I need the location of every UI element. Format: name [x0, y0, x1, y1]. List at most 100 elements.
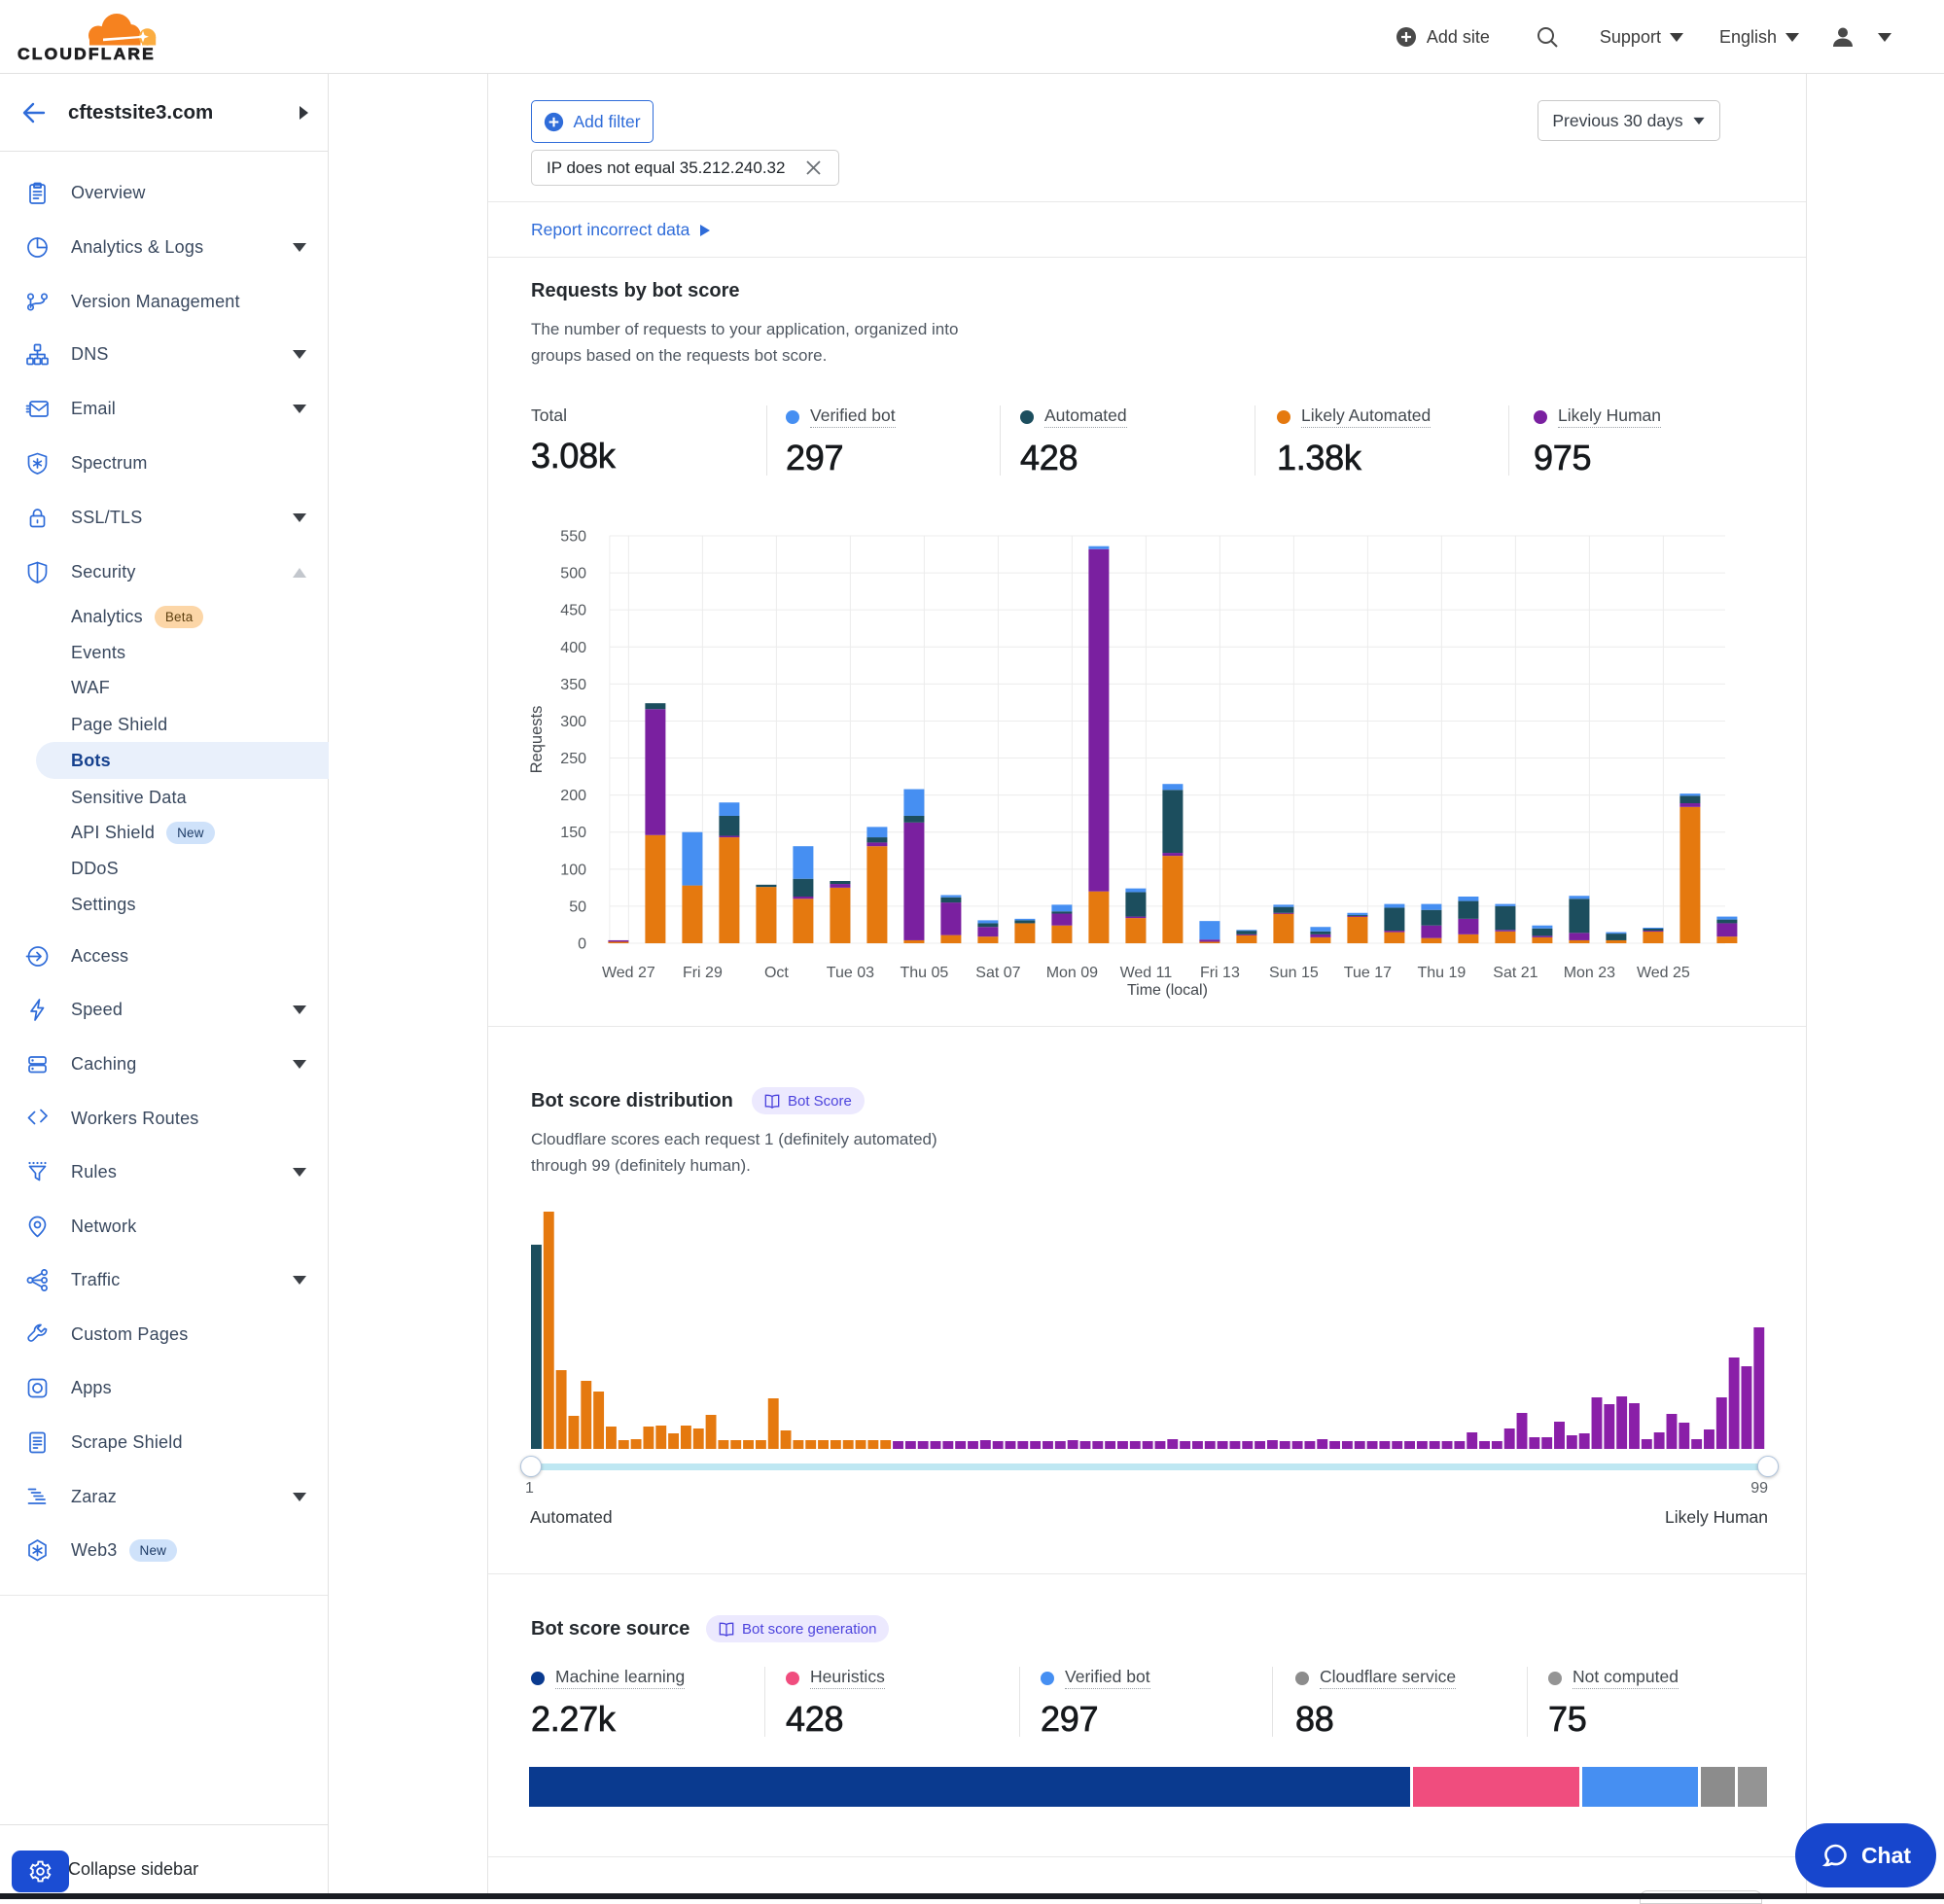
- bar-segment-likely-automated[interactable]: [1125, 918, 1146, 943]
- bar-segment-verified-bot[interactable]: [903, 790, 924, 816]
- bar-segment-verified-bot[interactable]: [682, 832, 702, 886]
- bar-segment-automated[interactable]: [719, 816, 739, 836]
- bar-segment-automated[interactable]: [940, 898, 961, 902]
- bar-segment-likely-human[interactable]: [645, 709, 665, 835]
- histogram-bar[interactable]: [1753, 1327, 1764, 1449]
- bar-segment-automated[interactable]: [1643, 929, 1663, 931]
- sidebar-item-workers-routes[interactable]: Workers Routes: [0, 1100, 329, 1137]
- bar-segment-automated[interactable]: [1532, 929, 1552, 936]
- bar-segment-automated[interactable]: [1273, 907, 1293, 913]
- histogram-bar[interactable]: [668, 1433, 679, 1449]
- sidebar-item-settings[interactable]: Settings: [0, 886, 329, 923]
- sidebar-item-network[interactable]: Network: [0, 1208, 329, 1245]
- bar-segment-verified-bot[interactable]: [1569, 896, 1589, 899]
- bar-segment-verified-bot[interactable]: [1051, 904, 1072, 911]
- bar-segment-verified-bot[interactable]: [1421, 904, 1441, 910]
- bar-segment-likely-automated[interactable]: [1310, 937, 1330, 943]
- bar-segment-verified-bot[interactable]: [1162, 784, 1183, 790]
- bar-segment-likely-automated[interactable]: [1606, 940, 1626, 943]
- bar-segment-likely-human[interactable]: [1199, 939, 1219, 941]
- bar-segment-likely-human[interactable]: [1421, 926, 1441, 938]
- sidebar-item-traffic[interactable]: Traffic: [0, 1261, 329, 1298]
- bar-segment-automated[interactable]: [977, 923, 998, 927]
- histogram-bar[interactable]: [655, 1426, 666, 1449]
- histogram-bar[interactable]: [955, 1441, 966, 1449]
- histogram-bar[interactable]: [1654, 1432, 1665, 1449]
- sidebar-item-overview[interactable]: Overview: [0, 174, 329, 211]
- bar-segment-verified-bot[interactable]: [1643, 928, 1663, 929]
- histogram-bar[interactable]: [1579, 1433, 1590, 1449]
- stat-label[interactable]: Likely Human: [1558, 405, 1661, 428]
- bar-segment-likely-automated[interactable]: [1532, 937, 1552, 943]
- histogram-bar[interactable]: [1379, 1441, 1390, 1449]
- histogram-bar[interactable]: [730, 1440, 741, 1449]
- sidebar-item-dns[interactable]: DNS: [0, 335, 329, 372]
- bar-segment-likely-human[interactable]: [1236, 934, 1256, 935]
- bar-segment-automated[interactable]: [1495, 906, 1515, 930]
- histogram-bar[interactable]: [568, 1416, 579, 1449]
- bar-segment-likely-human[interactable]: [1051, 914, 1072, 926]
- sidebar-item-page-shield[interactable]: Page Shield: [0, 706, 329, 743]
- bar-segment-automated[interactable]: [1236, 931, 1256, 934]
- date-range-button[interactable]: Previous 30 days: [1538, 100, 1720, 141]
- histogram-bar[interactable]: [643, 1427, 654, 1449]
- source-bar-segment-not-computed[interactable]: [1738, 1767, 1767, 1807]
- sidebar-item-ssl-tls[interactable]: SSL/TLS: [0, 499, 329, 536]
- bar-segment-likely-automated[interactable]: [1199, 941, 1219, 943]
- histogram-bar[interactable]: [1691, 1439, 1702, 1449]
- bar-segment-likely-automated[interactable]: [1088, 892, 1109, 943]
- sidebar-item-web3[interactable]: Web3New: [0, 1532, 329, 1569]
- histogram-bar[interactable]: [805, 1440, 816, 1449]
- bar-segment-likely-human[interactable]: [1310, 934, 1330, 937]
- histogram-bar[interactable]: [1055, 1441, 1066, 1449]
- bar-segment-automated[interactable]: [1606, 934, 1626, 940]
- histogram-bar[interactable]: [793, 1440, 803, 1449]
- report-incorrect-data-link[interactable]: Report incorrect data: [531, 220, 711, 240]
- sidebar-item-version-management[interactable]: Version Management: [0, 283, 329, 320]
- language-menu[interactable]: English: [1719, 27, 1799, 48]
- sidebar-item-waf[interactable]: WAF: [0, 669, 329, 706]
- histogram-bar[interactable]: [1529, 1437, 1539, 1449]
- bar-segment-automated[interactable]: [793, 879, 813, 897]
- sidebar-item-scrape-shield[interactable]: Scrape Shield: [0, 1424, 329, 1461]
- bar-segment-likely-automated[interactable]: [1643, 932, 1663, 943]
- histogram-bar[interactable]: [1143, 1441, 1153, 1449]
- histogram-bar[interactable]: [1404, 1441, 1415, 1449]
- bar-segment-automated[interactable]: [1569, 899, 1589, 933]
- bar-segment-likely-automated[interactable]: [1051, 926, 1072, 943]
- bar-segment-automated[interactable]: [866, 837, 887, 842]
- sidebar-item-api-shield[interactable]: API ShieldNew: [0, 814, 329, 851]
- sidebar-item-analytics[interactable]: AnalyticsBeta: [0, 598, 329, 635]
- stat-label[interactable]: Verified bot: [810, 405, 896, 428]
- bar-segment-verified-bot[interactable]: [977, 920, 998, 923]
- chat-button[interactable]: Chat: [1795, 1823, 1936, 1887]
- account-menu[interactable]: [1829, 23, 1891, 51]
- histogram-bar[interactable]: [1105, 1441, 1115, 1449]
- bar-segment-likely-human[interactable]: [866, 842, 887, 846]
- bar-segment-automated[interactable]: [1421, 910, 1441, 926]
- histogram-bar[interactable]: [681, 1426, 691, 1449]
- histogram-bar[interactable]: [718, 1440, 728, 1449]
- bar-segment-verified-bot[interactable]: [1384, 904, 1404, 908]
- bar-segment-likely-automated[interactable]: [866, 846, 887, 943]
- bar-segment-likely-automated[interactable]: [793, 899, 813, 943]
- bar-segment-likely-human[interactable]: [608, 940, 628, 942]
- histogram-bar[interactable]: [831, 1440, 841, 1449]
- stat-label[interactable]: Cloudflare service: [1320, 1667, 1456, 1689]
- histogram-bar[interactable]: [1068, 1440, 1078, 1449]
- bar-segment-verified-bot[interactable]: [1273, 904, 1293, 906]
- bot-score-generation-badge[interactable]: Bot score generation: [706, 1615, 889, 1642]
- sidebar-item-sensitive-data[interactable]: Sensitive Data: [0, 779, 329, 816]
- bar-segment-likely-automated[interactable]: [608, 941, 628, 943]
- sidebar-item-email[interactable]: Email: [0, 390, 329, 427]
- histogram-bar[interactable]: [905, 1441, 916, 1449]
- histogram-bar[interactable]: [1642, 1439, 1652, 1449]
- histogram-bar[interactable]: [1304, 1441, 1315, 1449]
- sidebar-item-caching[interactable]: Caching: [0, 1045, 329, 1082]
- bar-segment-likely-automated[interactable]: [645, 835, 665, 943]
- sidebar-item-events[interactable]: Events: [0, 634, 329, 671]
- histogram-bar[interactable]: [1454, 1441, 1465, 1449]
- histogram-bar[interactable]: [942, 1441, 953, 1449]
- histogram-bar[interactable]: [1367, 1441, 1378, 1449]
- bar-segment-automated[interactable]: [1347, 915, 1367, 916]
